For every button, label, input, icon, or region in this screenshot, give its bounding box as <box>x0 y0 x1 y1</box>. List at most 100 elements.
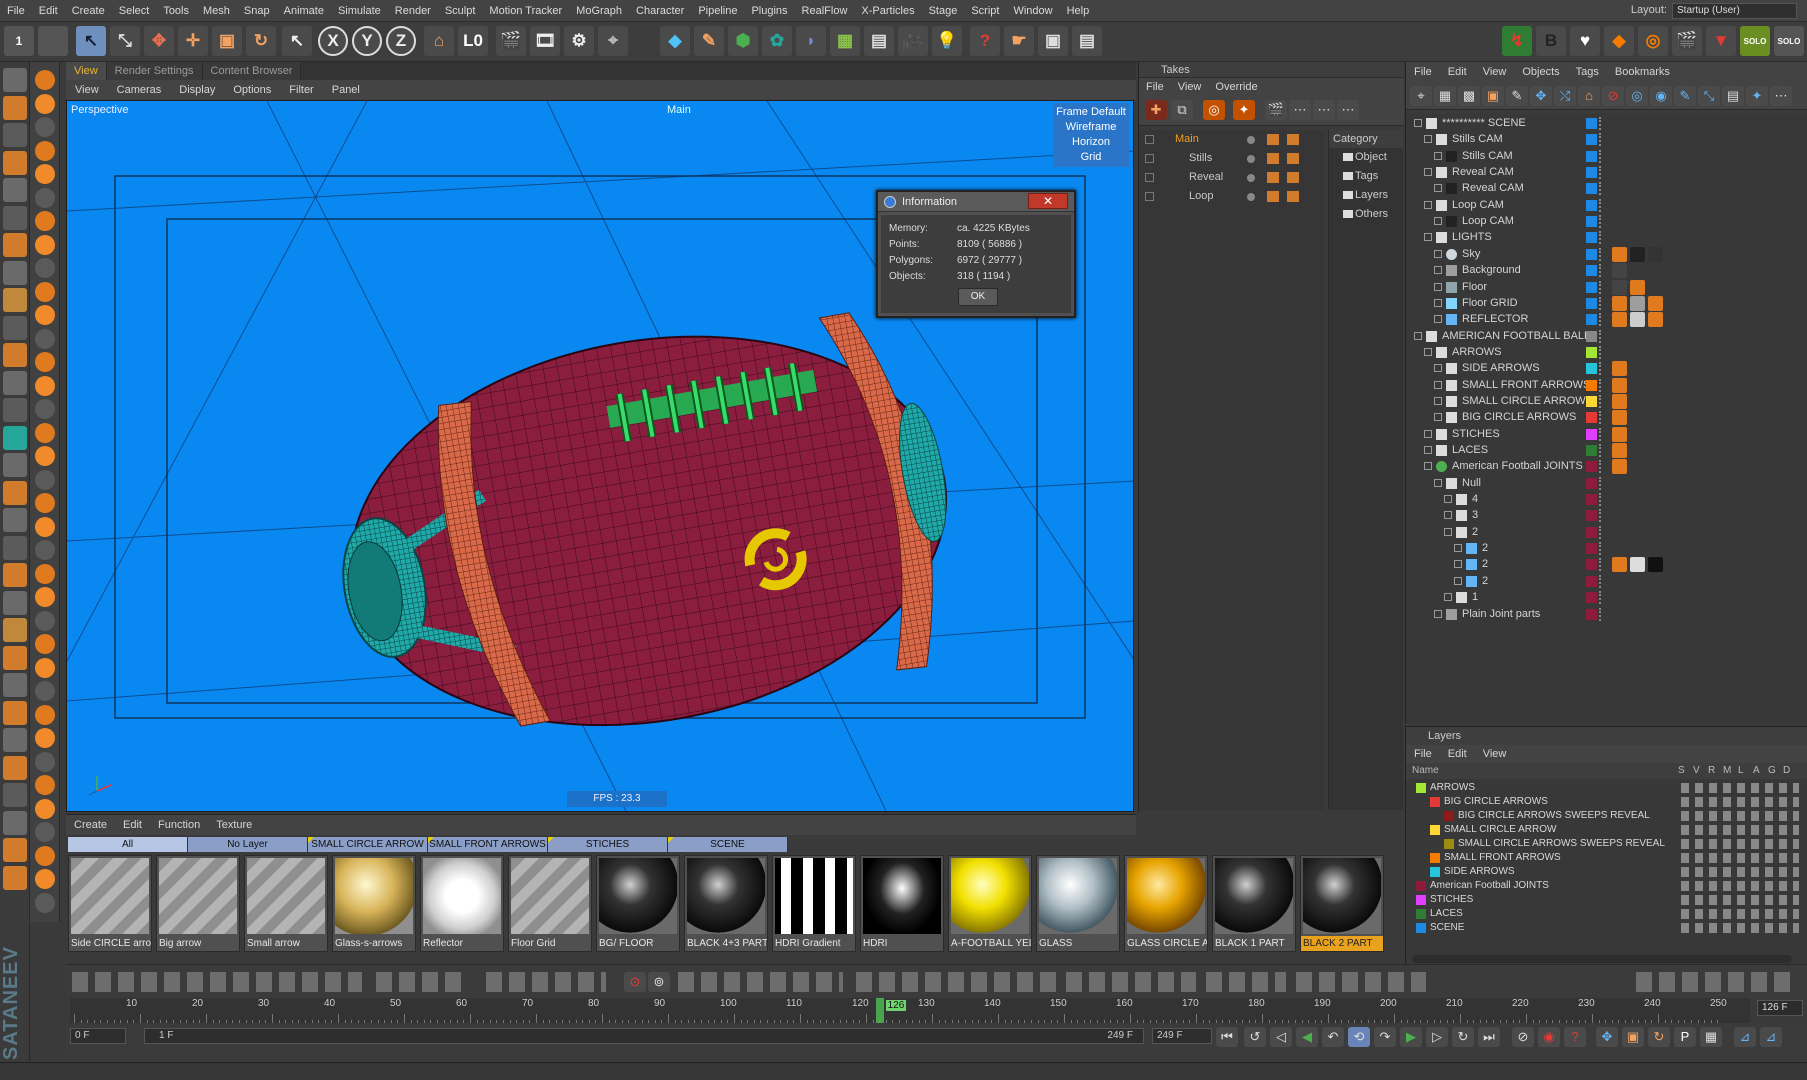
mode-tool-27-icon[interactable] <box>3 783 27 807</box>
om-tool-14-icon[interactable]: ▤ <box>1722 86 1744 106</box>
loop-icon[interactable]: ⟲ <box>1348 1027 1370 1047</box>
expand-toggle-icon[interactable] <box>1434 217 1442 226</box>
material-swatch[interactable]: HDRI <box>860 855 944 952</box>
mode-tool-6-icon[interactable] <box>3 205 27 230</box>
menu-render[interactable]: Render <box>388 0 438 22</box>
new-take-icon[interactable]: ✚ <box>1145 100 1167 120</box>
menu-pipeline[interactable]: Pipeline <box>691 0 744 22</box>
mode-tool-14-icon[interactable] <box>3 425 27 450</box>
layer-row[interactable]: BIG CIRCLE ARROWS SWEEPS REVEAL <box>1406 809 1807 823</box>
layers-menu-view[interactable]: View <box>1475 748 1515 760</box>
expand-toggle-icon[interactable] <box>1434 364 1442 373</box>
mode-tool-13-icon[interactable] <box>3 398 27 422</box>
shortcut-tool-13-icon[interactable] <box>35 352 55 372</box>
om-tool-7-icon[interactable]: ⤭ <box>1554 86 1576 106</box>
menu-motion-tracker[interactable]: Motion Tracker <box>482 0 569 22</box>
layer-color-swatch[interactable] <box>1444 839 1454 849</box>
camera-icon[interactable]: 🎥 <box>898 26 928 56</box>
shortcut-tool-12-icon[interactable] <box>35 328 55 349</box>
plugin-render-icon[interactable]: ▼ <box>1706 26 1736 56</box>
viewport-menu-filter[interactable]: Filter <box>280 84 322 96</box>
om-tool-16-icon[interactable]: ⋯ <box>1770 86 1792 106</box>
layer-color-swatch[interactable] <box>1586 248 1597 260</box>
record-icon[interactable]: ⊙ <box>624 972 646 992</box>
take-render-setting-icon[interactable] <box>1287 191 1299 202</box>
move-tool-icon[interactable]: ✥ <box>144 26 174 56</box>
take-more-icon[interactable]: ⋯ <box>1337 100 1359 120</box>
menu-edit[interactable]: Edit <box>32 0 65 22</box>
mode-tool-23-icon[interactable] <box>3 673 27 697</box>
object-tag-icon[interactable] <box>1648 295 1663 311</box>
mode-tool-24-icon[interactable] <box>3 700 27 725</box>
object-tag-icon[interactable] <box>1648 246 1663 262</box>
tool-hand-icon[interactable]: ☛ <box>1004 26 1034 56</box>
take-camera-icon[interactable] <box>1267 134 1279 145</box>
mode-tool-9-icon[interactable] <box>3 288 27 312</box>
take-camera-icon[interactable] <box>1267 172 1279 183</box>
visibility-dots[interactable] <box>1599 509 1603 523</box>
mode-tool-12-icon[interactable] <box>3 370 27 395</box>
material-swatch[interactable]: Glass-s-arrows <box>332 855 416 952</box>
expand-toggle-icon[interactable] <box>1444 527 1452 536</box>
bottom-tools-group-3[interactable] <box>486 972 606 992</box>
menu-stage[interactable]: Stage <box>922 0 965 22</box>
takes-menu-view[interactable]: View <box>1171 81 1209 93</box>
solo-icon[interactable]: SOLO <box>1740 26 1770 56</box>
layer-col-m[interactable]: M <box>1723 763 1731 779</box>
mode-tool-15-icon[interactable] <box>3 453 27 477</box>
key-param-icon[interactable]: P <box>1674 1027 1696 1047</box>
material-tab[interactable]: No Layer <box>188 837 308 852</box>
menu-select[interactable]: Select <box>112 0 157 22</box>
layer-color-swatch[interactable] <box>1416 909 1426 919</box>
object-tag-icon[interactable] <box>1612 459 1627 475</box>
layer-row[interactable]: LACES <box>1406 907 1807 921</box>
key-position-icon[interactable]: ✥ <box>1596 1027 1618 1047</box>
layer-col-l[interactable]: L <box>1738 763 1744 779</box>
material-swatch[interactable]: Floor Grid <box>508 855 592 952</box>
start-frame-field[interactable]: 0 F <box>70 1028 126 1044</box>
mode-tool-19-icon[interactable] <box>3 563 27 587</box>
take-checkbox[interactable] <box>1145 173 1154 182</box>
menu-script[interactable]: Script <box>964 0 1006 22</box>
expand-toggle-icon[interactable] <box>1434 413 1442 422</box>
material-swatch[interactable]: Small arrow <box>244 855 328 952</box>
mode-tool-4-icon[interactable] <box>3 150 27 175</box>
material-menu-create[interactable]: Create <box>66 819 115 831</box>
coordinate-system-icon[interactable]: ⌂ <box>424 26 454 56</box>
layer-color-swatch[interactable] <box>1586 395 1597 407</box>
object-row[interactable]: Plain Joint parts <box>1406 605 1807 624</box>
layer-color-swatch[interactable] <box>1416 895 1426 905</box>
layer-col-a[interactable]: A <box>1753 763 1760 779</box>
shortcut-tool-3-icon[interactable] <box>35 117 55 137</box>
tab-render-settings[interactable]: Render Settings <box>106 62 203 80</box>
take-camera-icon[interactable] <box>1267 191 1279 202</box>
expand-toggle-icon[interactable] <box>1444 593 1452 602</box>
render-picture-viewer-icon[interactable]: 🎞 <box>530 26 560 56</box>
menu-animate[interactable]: Animate <box>277 0 331 22</box>
shortcut-tool-21-icon[interactable] <box>35 540 55 560</box>
expand-toggle-icon[interactable] <box>1434 380 1442 389</box>
mode-tool-10-icon[interactable] <box>3 315 27 340</box>
scene-floor-icon[interactable]: ▦ <box>830 26 860 56</box>
render-settings-icon[interactable]: ⚙ <box>564 26 594 56</box>
mode-tool-21-icon[interactable] <box>3 618 27 642</box>
mode-tool-5-icon[interactable] <box>3 178 27 202</box>
expand-toggle-icon[interactable] <box>1434 478 1442 487</box>
layer-color-swatch[interactable] <box>1586 330 1597 342</box>
live-select-icon[interactable]: ⤡ <box>110 26 140 56</box>
play-backward-icon[interactable]: ◀ <box>1296 1027 1318 1047</box>
layer-color-swatch[interactable] <box>1586 412 1597 424</box>
om-tool-4-icon[interactable]: ▣ <box>1482 86 1504 106</box>
plugin-green-icon[interactable]: ↯ <box>1502 26 1532 56</box>
expand-toggle-icon[interactable] <box>1414 331 1422 340</box>
shortcut-tool-9-icon[interactable] <box>35 258 55 278</box>
visibility-dots[interactable] <box>1599 329 1603 343</box>
layer-color-swatch[interactable] <box>1416 783 1426 793</box>
expand-toggle-icon[interactable] <box>1424 168 1432 177</box>
expand-toggle-icon[interactable] <box>1434 184 1442 193</box>
layer-flag-icons[interactable] <box>1681 797 1799 807</box>
shortcut-tool-15-icon[interactable] <box>35 399 55 419</box>
om-tool-1-icon[interactable]: ⌖ <box>1410 86 1432 106</box>
layer-flag-icons[interactable] <box>1681 881 1799 891</box>
layer-col-r[interactable]: R <box>1708 763 1715 779</box>
